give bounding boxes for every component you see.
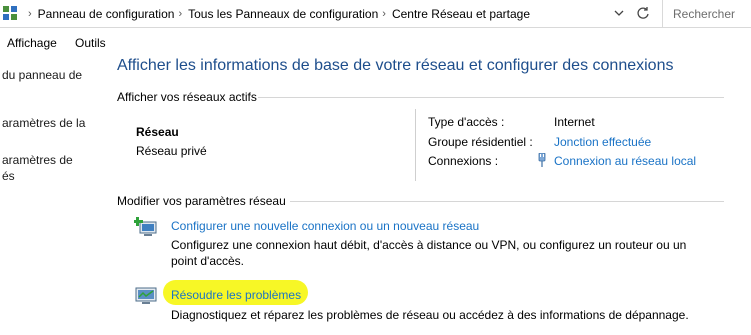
section-divider xyxy=(290,201,724,202)
chevron-right-icon: › xyxy=(382,7,386,20)
search-input[interactable]: Rechercher xyxy=(662,0,751,27)
menu-outils[interactable]: Outils xyxy=(75,36,106,50)
address-bar[interactable]: › Panneau de configuration › Tous les Pa… xyxy=(0,0,751,28)
network-plug-icon xyxy=(538,153,546,167)
active-networks-heading: Afficher vos réseaux actifs xyxy=(117,90,257,104)
modify-settings-heading: Modifier vos paramètres réseau xyxy=(117,194,286,208)
left-link-control-panel-home[interactable]: du panneau de xyxy=(2,68,82,82)
search-placeholder: Rechercher xyxy=(673,7,736,21)
left-link-adapter-settings[interactable]: aramètres de la xyxy=(2,116,85,130)
network-category: Réseau privé xyxy=(136,144,207,158)
new-connection-description: Configurez une connexion haut débit, d'a… xyxy=(171,238,687,268)
menu-affichage[interactable]: Affichage xyxy=(7,36,57,50)
access-type-value: Internet xyxy=(554,115,595,129)
chevron-right-icon: › xyxy=(28,7,32,20)
refresh-icon[interactable] xyxy=(636,6,650,20)
connection-link[interactable]: Connexion au réseau local xyxy=(554,154,696,168)
breadcrumb: › Panneau de configuration › Tous les Pa… xyxy=(24,0,530,27)
troubleshoot-link[interactable]: Résoudre les problèmes xyxy=(171,288,301,302)
homegroup-link[interactable]: Jonction effectuée xyxy=(554,135,651,149)
new-connection-link[interactable]: Configurer une nouvelle connexion ou un … xyxy=(171,219,479,233)
left-pane: du panneau de aramètres de la aramètres … xyxy=(0,54,110,335)
breadcrumb-item[interactable]: Centre Réseau et partage xyxy=(392,7,530,21)
network-name: Réseau xyxy=(136,125,179,139)
control-panel-icon xyxy=(3,6,17,20)
breadcrumb-item[interactable]: Tous les Panneaux de configuration xyxy=(188,7,378,21)
left-link-sharing-settings[interactable]: aramètres de xyxy=(2,153,73,167)
troubleshoot-description: Diagnostiquez et réparez les problèmes d… xyxy=(171,308,689,322)
section-divider xyxy=(258,97,724,98)
vertical-divider xyxy=(415,109,416,181)
chevron-down-icon[interactable] xyxy=(614,8,624,18)
menu-bar: Affichage Outils xyxy=(0,28,751,54)
homegroup-label: Groupe résidentiel : xyxy=(428,135,533,149)
breadcrumb-item[interactable]: Panneau de configuration xyxy=(38,7,175,21)
page-title: Afficher les informations de base de vot… xyxy=(117,57,674,74)
main-content: Afficher les informations de base de vot… xyxy=(110,54,751,335)
chevron-right-icon: › xyxy=(178,7,183,20)
troubleshoot-icon xyxy=(135,287,157,304)
connections-label: Connexions : xyxy=(428,154,499,168)
new-connection-icon xyxy=(134,217,157,236)
left-link-sharing-settings-cont[interactable]: és xyxy=(2,169,15,183)
access-type-label: Type d'accès : xyxy=(428,115,505,129)
